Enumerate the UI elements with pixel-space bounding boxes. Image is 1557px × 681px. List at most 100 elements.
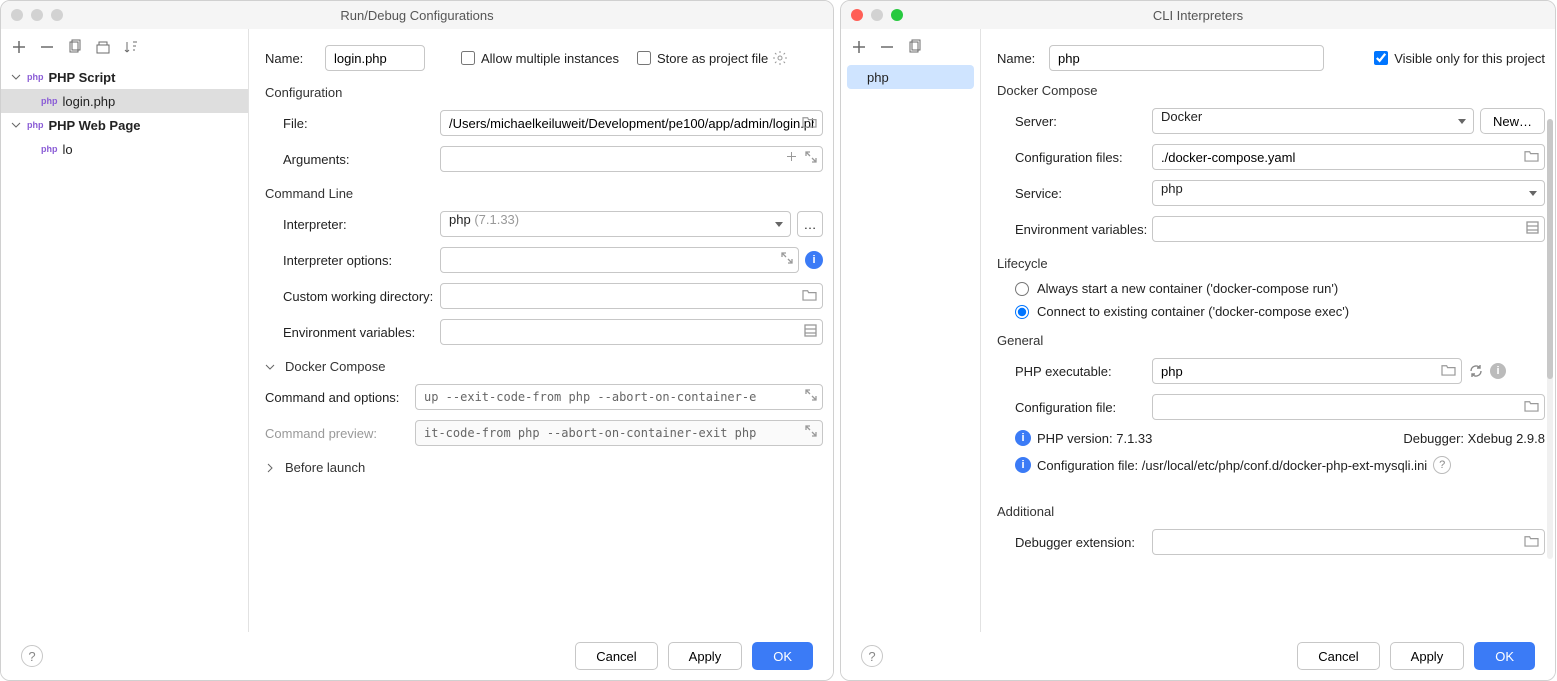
service-select[interactable]: php [1152,180,1545,206]
interpreter-select[interactable]: php (7.1.33) [440,211,791,237]
apply-button[interactable]: Apply [668,642,743,670]
name-label: Name: [997,51,1049,66]
folder-icon[interactable] [1524,149,1539,162]
config-file-input[interactable] [1152,394,1545,420]
interpreter-list: php [841,61,980,93]
window-title: CLI Interpreters [1153,8,1243,23]
add-icon[interactable] [851,39,867,55]
docker-compose-section: Docker Compose [997,83,1545,98]
minimize-window-icon[interactable] [31,9,43,21]
tree-item-login[interactable]: php login.php [1,89,248,113]
ok-button[interactable]: OK [752,642,813,670]
folder-icon[interactable] [1441,363,1456,376]
expand-icon[interactable] [805,425,817,437]
tree-item-lo[interactable]: php lo [1,137,248,161]
dialog-footer: ? Cancel Apply OK [841,632,1555,680]
help-icon[interactable]: ? [1433,456,1451,474]
main-panel: Name: Visible only for this project Dock… [981,29,1555,680]
config-files-label: Configuration files: [997,150,1152,165]
minimize-window-icon[interactable] [871,9,883,21]
tree-group-php-web[interactable]: php PHP Web Page [1,113,248,137]
configuration-section: Configuration [265,85,823,100]
config-file-label: Configuration file: [997,400,1152,415]
chevron-down-icon [11,72,21,82]
gear-icon[interactable] [772,50,788,66]
window-controls [11,9,63,21]
remove-icon[interactable] [879,39,895,55]
arguments-input[interactable] [440,146,823,172]
help-button[interactable]: ? [861,645,883,667]
expand-icon[interactable] [805,151,817,163]
close-window-icon[interactable] [11,9,23,21]
file-label: File: [265,116,440,131]
apply-button[interactable]: Apply [1390,642,1465,670]
ok-button[interactable]: OK [1474,642,1535,670]
titlebar: Run/Debug Configurations [1,1,833,29]
php-exec-label: PHP executable: [997,364,1152,379]
zoom-window-icon[interactable] [891,9,903,21]
info-icon[interactable]: i [1490,363,1506,379]
list-icon[interactable] [1526,221,1539,234]
folder-icon[interactable] [1524,399,1539,412]
add-icon[interactable] [11,39,27,55]
cancel-button[interactable]: Cancel [575,642,657,670]
visible-only-checkbox[interactable]: Visible only for this project [1374,51,1545,66]
debugger-ext-input[interactable] [1152,529,1545,555]
close-window-icon[interactable] [851,9,863,21]
config-sidebar: php PHP Script php login.php php PHP Web… [1,29,249,680]
folder-icon[interactable] [802,115,817,128]
store-project-checkbox[interactable]: Store as project file [637,51,768,66]
remove-icon[interactable] [39,39,55,55]
info-icon[interactable]: i [805,251,823,269]
interpreter-item-php[interactable]: php [847,65,974,89]
zoom-window-icon[interactable] [51,9,63,21]
interpreter-sidebar: php [841,29,981,680]
list-icon[interactable] [804,324,817,337]
refresh-icon[interactable] [1468,363,1484,379]
custom-wd-input[interactable] [440,283,823,309]
env-vars-input[interactable] [440,319,823,345]
expand-icon[interactable] [781,252,793,264]
php-icon: php [27,120,44,130]
interpreter-options-input[interactable] [440,247,799,273]
scrollbar[interactable] [1547,119,1553,559]
lifecycle-exec-radio[interactable]: Connect to existing container ('docker-c… [997,304,1545,319]
info-icon: i [1015,457,1031,473]
general-section: General [997,333,1545,348]
help-button[interactable]: ? [21,645,43,667]
tree-group-php-script[interactable]: php PHP Script [1,65,248,89]
env-vars-label: Environment variables: [265,325,440,340]
lifecycle-run-radio[interactable]: Always start a new container ('docker-co… [997,281,1545,296]
allow-multiple-checkbox[interactable]: Allow multiple instances [461,51,619,66]
sort-icon[interactable] [123,39,139,55]
window-controls [851,9,903,21]
service-label: Service: [997,186,1152,201]
expand-icon[interactable] [805,389,817,401]
php-version-text: PHP version: 7.1.33 [1037,431,1152,446]
config-files-input[interactable] [1152,144,1545,170]
name-input[interactable] [1049,45,1324,71]
copy-icon[interactable] [67,39,83,55]
env-vars-input[interactable] [1152,216,1545,242]
server-select[interactable]: Docker [1152,108,1474,134]
before-launch-section[interactable]: Before launch [265,460,823,475]
php-exec-input[interactable] [1152,358,1462,384]
info-icon: i [1015,430,1031,446]
folder-icon[interactable] [802,288,817,301]
server-label: Server: [997,114,1152,129]
folder-icon[interactable] [1524,534,1539,547]
interpreter-label: Interpreter: [265,217,440,232]
cmd-options-input[interactable] [415,384,823,410]
lifecycle-section: Lifecycle [997,256,1545,271]
name-input[interactable] [325,45,425,71]
copy-icon[interactable] [907,39,923,55]
interpreter-browse-button[interactable]: … [797,211,823,237]
file-input[interactable] [440,110,823,136]
server-new-button[interactable]: New… [1480,108,1545,134]
save-templates-icon[interactable] [95,39,111,55]
cancel-button[interactable]: Cancel [1297,642,1379,670]
plus-icon[interactable] [786,151,797,162]
titlebar: CLI Interpreters [841,1,1555,29]
dialog-footer: ? Cancel Apply OK [1,632,833,680]
docker-compose-section[interactable]: Docker Compose [265,359,823,374]
